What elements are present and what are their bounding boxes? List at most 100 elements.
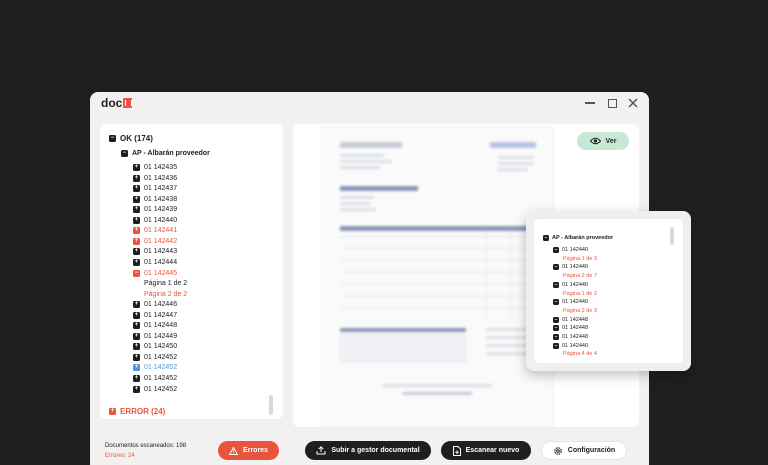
tree-group-ok[interactable]: − OK (174) xyxy=(109,134,153,143)
tree-item[interactable]: +01 142444 xyxy=(133,258,178,266)
expand-icon[interactable]: + xyxy=(133,385,140,393)
tree-item[interactable]: +01 142438 xyxy=(133,195,178,203)
popup-item[interactable]: −01 142440 xyxy=(553,281,588,288)
page-detail-popup: − AP - Albarán proveedor −01 142440 Página … xyxy=(526,211,691,371)
expand-icon[interactable]: + xyxy=(133,375,140,382)
tree-item[interactable]: +01 142436 xyxy=(133,174,177,182)
expand-icon[interactable]: + xyxy=(133,237,140,245)
collapse-icon[interactable]: − xyxy=(553,334,559,340)
collapse-icon[interactable]: − xyxy=(543,235,549,241)
tree-item-label: 01 142441 xyxy=(144,227,178,235)
tree-item[interactable]: +01 142452 xyxy=(133,364,177,372)
view-button[interactable]: Ver xyxy=(577,132,629,150)
tree-item-label: 01 142440 xyxy=(562,264,588,271)
maximize-button[interactable] xyxy=(605,96,619,110)
expand-icon[interactable]: + xyxy=(133,248,140,256)
tree-item-label: 01 142440 xyxy=(562,247,588,253)
tree-item[interactable]: +01 142435 xyxy=(133,164,177,171)
tree-item[interactable]: +01 142440 xyxy=(133,216,177,224)
tree-item[interactable]: +01 142442 xyxy=(133,237,177,245)
tree-item-label: Página 4 de 4 xyxy=(563,351,597,358)
tree-item-label: 01 142450 xyxy=(144,343,178,351)
tree-scrollbar[interactable] xyxy=(269,395,273,415)
collapse-icon[interactable]: − xyxy=(553,299,559,306)
tree-item-label: 01 142448 xyxy=(562,334,588,340)
tree-item[interactable]: +01 142452 xyxy=(133,385,177,393)
tree-item-label: 01 142438 xyxy=(144,195,178,203)
popup-item[interactable]: −01 142440 xyxy=(553,247,588,253)
collapse-icon[interactable]: − xyxy=(121,150,128,157)
tree-item-label: Página 2 de 3 xyxy=(563,307,597,314)
popup-page-item[interactable]: Página 4 de 4 xyxy=(563,351,597,357)
upload-to-document-manager-button[interactable]: Subir a gestor documental xyxy=(305,441,431,460)
popup-item[interactable]: −01 142448 xyxy=(553,316,588,323)
tree-item[interactable]: +01 142446 xyxy=(133,301,177,309)
tree-item-label: OK (174) xyxy=(120,134,153,143)
collapse-icon[interactable]: − xyxy=(553,264,559,271)
close-button[interactable] xyxy=(626,96,640,110)
popup-item[interactable]: −01 142440 xyxy=(553,264,588,271)
expand-icon[interactable]: + xyxy=(133,174,140,182)
tree-item-label: Página 2 de 7 xyxy=(563,273,597,280)
tree-subgroup-ap[interactable]: − AP - Albarán proveedor xyxy=(121,150,210,157)
tree-group-error[interactable]: + ERROR (24) xyxy=(109,407,165,416)
new-document-icon xyxy=(452,445,461,456)
tree-item[interactable]: +01 142437 xyxy=(133,185,177,193)
expand-icon[interactable]: + xyxy=(133,206,140,214)
expand-icon[interactable]: + xyxy=(133,195,140,203)
collapse-icon[interactable]: − xyxy=(553,247,559,253)
expand-icon[interactable]: + xyxy=(133,301,140,309)
tree-item-label: ERROR (24) xyxy=(120,407,166,416)
expand-icon[interactable]: + xyxy=(133,364,140,372)
expand-icon[interactable]: + xyxy=(133,258,140,266)
expand-icon[interactable]: + xyxy=(133,216,140,224)
popup-subgroup[interactable]: − AP - Albarán proveedor xyxy=(543,235,613,241)
collapse-icon[interactable]: − xyxy=(553,281,559,288)
tree-item[interactable]: +01 142439 xyxy=(133,206,177,214)
popup-item[interactable]: −01 142440 xyxy=(553,342,588,349)
tree-item-label: 01 142448 xyxy=(144,322,178,330)
errors-button[interactable]: Errores xyxy=(218,441,279,460)
tree-item-label: 01 142452 xyxy=(144,375,178,382)
tree-item[interactable]: +01 142447 xyxy=(133,311,177,319)
popup-page-item[interactable]: Página 2 de 3 xyxy=(563,308,597,314)
popup-page-item[interactable]: Página 2 de 7 xyxy=(563,273,597,279)
collapse-icon[interactable]: − xyxy=(133,269,140,277)
tree-item[interactable]: +01 142449 xyxy=(133,332,177,340)
popup-item[interactable]: −01 142440 xyxy=(553,299,588,306)
tree-item[interactable]: +01 142452 xyxy=(133,353,177,361)
expand-icon[interactable]: + xyxy=(133,185,140,193)
tree-item[interactable]: +01 142441 xyxy=(133,227,178,235)
tree-item[interactable]: −01 142445 xyxy=(133,269,177,277)
expand-icon[interactable]: + xyxy=(133,353,140,361)
collapse-icon[interactable]: − xyxy=(109,135,116,142)
upload-button-label: Subir a gestor documental xyxy=(331,447,420,454)
tree-item[interactable]: +01 142450 xyxy=(133,343,178,351)
collapse-icon[interactable]: − xyxy=(553,316,559,323)
tree-page-item[interactable]: Página 2 de 2 xyxy=(144,291,187,298)
popup-scrollbar[interactable] xyxy=(670,227,674,245)
popup-page-item[interactable]: Página 1 de 2 xyxy=(563,291,597,297)
expand-icon[interactable]: + xyxy=(133,164,140,171)
expand-icon[interactable]: + xyxy=(109,408,116,415)
collapse-icon[interactable]: − xyxy=(553,342,559,349)
expand-icon[interactable]: + xyxy=(133,311,140,319)
tree-item[interactable]: +01 142448 xyxy=(133,322,178,330)
popup-item[interactable]: −01 142448 xyxy=(553,334,588,340)
tree-item[interactable]: +01 142452 xyxy=(133,375,177,382)
expand-icon[interactable]: + xyxy=(133,343,140,351)
expand-icon[interactable]: + xyxy=(133,332,140,340)
expand-icon[interactable]: + xyxy=(133,322,140,330)
tree-item-label: Página 1 de 2 xyxy=(563,290,597,297)
collapse-icon[interactable]: − xyxy=(553,325,559,332)
minimize-button[interactable] xyxy=(583,96,597,110)
popup-page-item[interactable]: Página 1 de 3 xyxy=(563,256,597,262)
expand-icon[interactable]: + xyxy=(133,227,140,235)
popup-item[interactable]: −01 142448 xyxy=(553,325,588,332)
tree-item-label: 01 142444 xyxy=(144,258,178,266)
tree-item[interactable]: +01 142443 xyxy=(133,248,177,256)
errors-button-label: Errores xyxy=(243,447,268,454)
settings-button[interactable]: Configuración xyxy=(541,441,627,460)
tree-page-item[interactable]: Página 1 de 2 xyxy=(144,280,187,287)
scan-new-button[interactable]: Escanear nuevo xyxy=(441,441,531,460)
